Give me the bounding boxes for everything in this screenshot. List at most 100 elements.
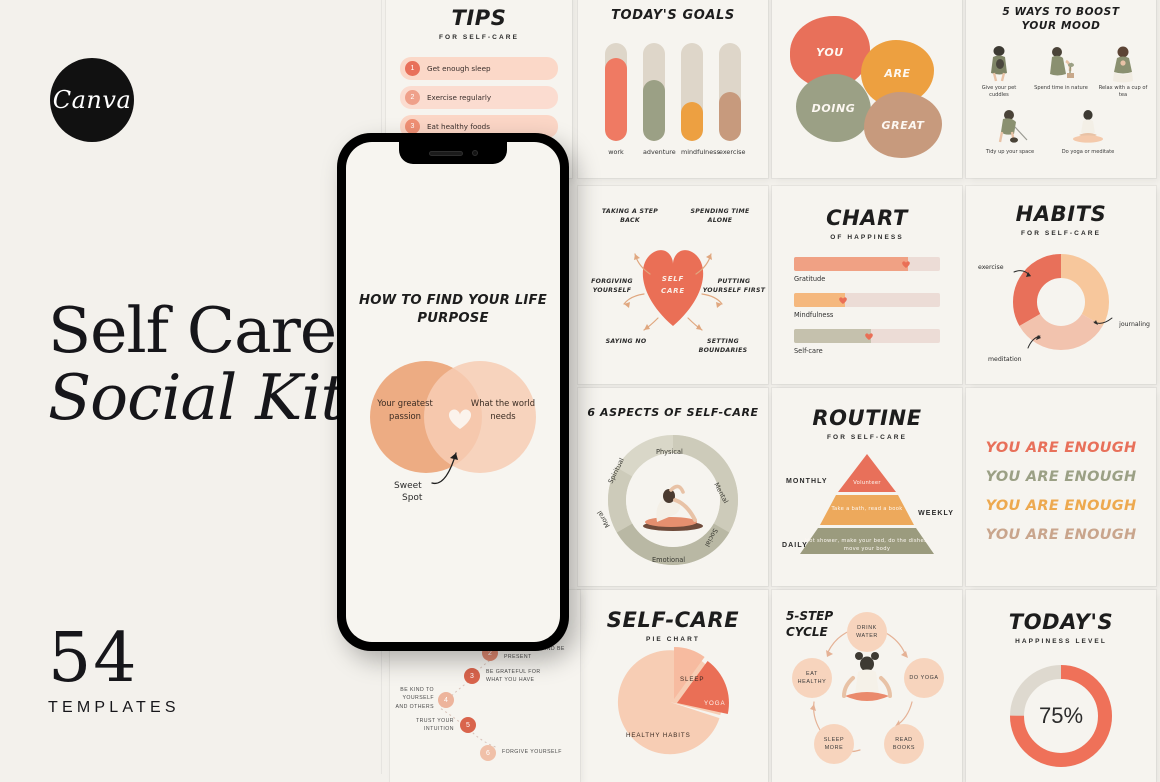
affirmation-stack: YOU ARE ENOUGH YOU ARE ENOUGH YOU ARE EN… (966, 434, 1156, 550)
list-item: 1 Get enough sleep (400, 57, 558, 80)
card-routine[interactable]: ROUTINE FOR SELF-CARE Volunteer Take a b… (772, 388, 962, 586)
goal-column: work (605, 43, 627, 156)
card-6-aspects[interactable]: 6 ASPECTS OF SELF-CARE Physical Mental S… (578, 388, 768, 586)
goal-column: exercise (719, 43, 746, 156)
card-self-care-pie[interactable]: SELF-CARE PIE CHART SLEEP YOGA HEALTHY H… (578, 590, 768, 782)
happiness-ring-chart: 75% (1006, 661, 1116, 771)
tips-subtitle: FOR SELF-CARE (438, 34, 520, 41)
today-subtitle: HAPPINESS LEVEL (1015, 638, 1107, 645)
affirmation-line-1: YOU ARE ENOUGH (985, 440, 1137, 456)
phone-template-title: HOW TO FIND YOUR LIFE PURPOSE (359, 293, 547, 326)
card-happiness-chart[interactable]: CHART OF HAPPINESS Gratitude Mindfulness… (772, 186, 962, 384)
aspects-title: 6 ASPECTS OF SELF-CARE (587, 406, 759, 419)
step-text-4: BE KIND TO YOURSELF AND OTHERS (395, 687, 434, 710)
title-line-2: Social Kit (48, 360, 346, 434)
pyramid-text-daily: Hot shower, make your bed, do the dishes… (805, 538, 929, 552)
venn-label-right: What the world needs (470, 398, 536, 421)
card-habits[interactable]: HABITS FOR SELF-CARE exercise journaling… (966, 186, 1156, 384)
bar-label: Self-care (794, 347, 823, 355)
tip-number: 1 (405, 61, 420, 76)
mood-item: Tidy up your space (983, 103, 1037, 156)
pie-label-sleep: SLEEP (680, 676, 705, 683)
ring-center-value: 75% (1038, 703, 1084, 728)
cycle-node-eat-healthy: EAT HEALTHY (792, 658, 832, 698)
step-node-5: 5 (460, 717, 476, 733)
goal-label: exercise (719, 148, 746, 156)
routine-title: ROUTINE (812, 406, 922, 430)
mood-caption: Relax with a cup of tea (1098, 85, 1148, 99)
sweet-spot-arrow-icon (431, 452, 458, 485)
cycle-node-drink-water: DRINK WATER (847, 612, 887, 652)
tip-text: Get enough sleep (427, 64, 491, 73)
mood-caption: Spend time in nature (1034, 85, 1088, 92)
left-branding-panel: Canva Self Care Social Kit 54 TEMPLATES (0, 0, 382, 774)
card-todays-goals[interactable]: TODAY'S GOALS work adventure mindfulness… (578, 0, 768, 178)
goal-label: mindfulness (681, 148, 720, 156)
canva-logo-text: Canva (52, 86, 132, 114)
goal-track (681, 43, 703, 141)
affirmation-line-4: YOU ARE ENOUGH (985, 527, 1137, 543)
mood-caption: Give your pet cuddles (981, 85, 1017, 99)
mood-item: Do yoga or meditate (1061, 103, 1115, 156)
routine-side-daily: DAILY (782, 542, 808, 549)
phone-screen[interactable]: HOW TO FIND YOUR LIFE PURPOSE Your great… (346, 142, 560, 642)
step-node-4: 4 (438, 692, 454, 708)
phone-mockup: HOW TO FIND YOUR LIFE PURPOSE Your great… (337, 133, 569, 651)
today-title: TODAY'S (1008, 610, 1114, 634)
happiness-bar-chart: Gratitude Mindfulness Self-care (794, 257, 940, 355)
card-boost-mood[interactable]: 5 WAYS TO BOOST YOUR MOOD Give your pet … (966, 0, 1156, 178)
pie-label-yoga: YOGA (704, 700, 726, 707)
heart-label-4: SAYING NO (605, 338, 647, 345)
heart-label-1: SPENDING TIME ALONE (690, 208, 750, 224)
pie-title: SELF-CARE (606, 608, 740, 632)
bar-fill (794, 329, 872, 343)
heart-label-0: TAKING A STEP BACK (601, 208, 659, 224)
goal-fill (605, 57, 627, 141)
card-self-care-heart[interactable]: SELF CARE TAKING A STEP BACK SPENDING TI… (578, 186, 768, 384)
tip-text: Exercise regularly (427, 93, 492, 102)
tips-title: TIPS (451, 6, 507, 30)
heart-label-2: FORGIVING YOURSELF (591, 278, 633, 294)
aspects-ring-chart: Physical Mental Social Emotional Moral S… (596, 435, 738, 565)
routine-side-weekly: WEEKLY (918, 510, 954, 517)
poster-stage: Canva Self Care Social Kit 54 TEMPLATES … (0, 0, 1160, 782)
phone-camera-icon (471, 150, 478, 156)
venn-label-left: Your greatest passion (377, 398, 433, 421)
card-affirmation-lines[interactable]: YOU ARE ENOUGH YOU ARE ENOUGH YOU ARE EN… (966, 388, 1156, 586)
mood-caption: Tidy up your space (985, 149, 1035, 156)
pyramid-text-weekly: Take a bath, read a book (831, 506, 903, 512)
goal-column: mindfulness (681, 43, 720, 156)
bar-label: Gratitude (794, 275, 826, 283)
sweet-spot-line2: Spot (402, 492, 423, 503)
goal-label: adventure (643, 148, 676, 156)
card-todays-happiness[interactable]: TODAY'S HAPPINESS LEVEL 75% (966, 590, 1156, 782)
sweet-spot-annotation: Sweet Spot (394, 481, 422, 504)
sweet-spot-line1: Sweet (394, 481, 422, 491)
pyramid-text-monthly: Volunteer (853, 480, 881, 486)
goal-label: work (608, 148, 624, 156)
phone-speaker (428, 150, 463, 156)
routine-side-monthly: MONTHLY (786, 478, 828, 485)
person-cleaning-icon (983, 103, 1037, 147)
heart-marker-icon (865, 333, 873, 340)
canva-logo: Canva (50, 58, 134, 142)
step-text-5: TRUST YOUR INTUITION (415, 718, 454, 733)
person-tea-icon (1096, 39, 1150, 83)
card-5-step-cycle[interactable]: 5-STEP CYCLE DRINK WATER DO YOGA READ BO… (772, 590, 962, 782)
goals-bar-chart: work adventure mindfulness exercise (578, 43, 768, 156)
mood-item: Spend time in nature (1034, 39, 1088, 99)
mood-illustration-grid: Give your pet cuddles Spend time in natu… (966, 39, 1156, 156)
pie-subtitle: PIE CHART (646, 636, 700, 643)
card-affirmation-blobs[interactable]: YOU ARE DOING GREAT (772, 0, 962, 178)
aspect-label-emotional: Emotional (652, 556, 685, 564)
cycle-node-do-yoga: DO YOGA (904, 658, 944, 698)
step-text-3: BE GRATEFUL FOR WHAT YOU HAVE (486, 669, 541, 684)
goal-track (605, 43, 627, 141)
template-count: 54 TEMPLATES (48, 625, 180, 717)
mood-caption: Do yoga or meditate (1061, 149, 1115, 156)
step-node-3: 3 (464, 668, 480, 684)
mood-row: Give your pet cuddles Spend time in natu… (966, 39, 1156, 99)
blob-label: GREAT (881, 118, 925, 132)
mood-title: 5 WAYS TO BOOST YOUR MOOD (1002, 6, 1120, 33)
tip-text: Eat healthy foods (427, 122, 490, 131)
